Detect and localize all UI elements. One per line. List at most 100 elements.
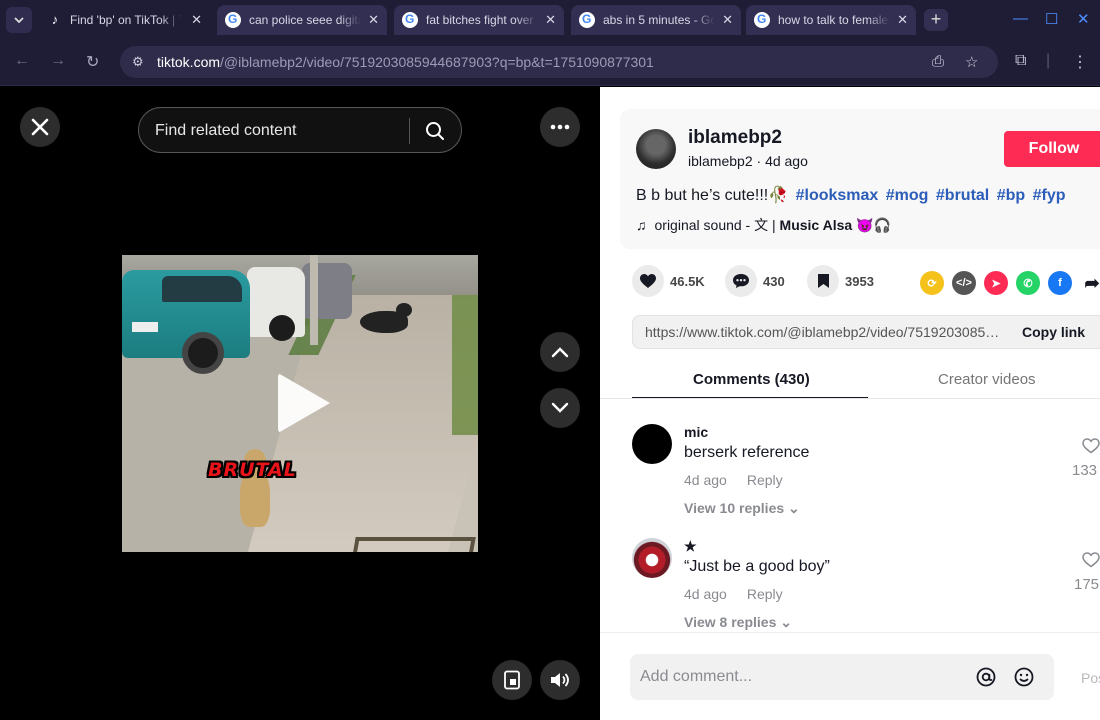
tab-creator-videos[interactable]: Creator videos xyxy=(938,371,1036,388)
tab-title: abs in 5 minutes - Google Search xyxy=(603,13,715,27)
save-count: 3953 xyxy=(845,274,874,289)
browser-tab-strip: ♪ Find 'bp' on TikTok | TikTok Search ✕ … xyxy=(0,0,1100,40)
avatar[interactable] xyxy=(632,538,672,578)
reply-button[interactable]: Reply xyxy=(747,472,783,488)
copy-link-button[interactable]: Copy link xyxy=(1022,324,1085,340)
video-overlay-text: BRUTAL xyxy=(208,459,297,481)
install-app-icon[interactable]: ⎙ xyxy=(932,53,944,70)
close-window-icon[interactable]: ✕ xyxy=(1077,10,1090,28)
browser-tab-4[interactable]: abs in 5 minutes - Google Search ✕ xyxy=(571,5,741,35)
repost-icon[interactable]: ⟳ xyxy=(920,271,944,295)
google-icon xyxy=(579,12,595,28)
comment-composer: Add comment... Post xyxy=(600,632,1100,720)
share-link-box: https://www.tiktok.com/@iblamebp2/video/… xyxy=(632,315,1100,349)
hashtag-link[interactable]: #bp xyxy=(997,187,1025,204)
video-scene-grass xyxy=(452,295,478,435)
comment-icon xyxy=(733,274,749,288)
embed-icon[interactable]: </> xyxy=(952,271,976,295)
sound-link[interactable]: ♫ original sound - 文 | Music Alsa 😈🎧 xyxy=(636,215,891,235)
more-dots-icon xyxy=(550,124,570,130)
bookmark-icon xyxy=(817,274,829,288)
back-icon[interactable]: ← xyxy=(14,52,30,70)
floating-player-icon xyxy=(504,670,520,690)
tab-comments[interactable]: Comments (430) xyxy=(693,371,810,388)
avatar[interactable] xyxy=(636,129,676,169)
share-arrow-icon[interactable]: ➦ xyxy=(1080,271,1100,295)
video-car xyxy=(122,270,250,374)
toolbar-divider: | xyxy=(1046,52,1051,69)
post-caption: B b but he’s cute!!!🥀 #looksmax #mog #br… xyxy=(636,185,1066,205)
minimize-icon[interactable]: — xyxy=(1013,10,1028,27)
search-icon[interactable] xyxy=(425,121,445,141)
post-comment-button[interactable]: Post xyxy=(1081,670,1100,686)
address-bar[interactable]: ⚙ tiktok.com/@iblamebp2/video/7519203085… xyxy=(120,46,998,78)
music-note-icon: ♫ xyxy=(636,217,647,233)
post-info-card: iblamebp2 iblamebp2 · 4d ago Follow B b … xyxy=(620,109,1100,249)
related-search-input[interactable]: Find related content xyxy=(138,107,462,153)
view-replies-button[interactable]: View 8 replies ⌄ xyxy=(684,614,792,631)
video-frame[interactable]: BRUTAL xyxy=(122,255,478,552)
close-icon[interactable]: ✕ xyxy=(722,12,733,28)
post-username[interactable]: iblamebp2 xyxy=(688,127,782,149)
mini-player-button[interactable] xyxy=(492,660,532,700)
close-icon[interactable]: ✕ xyxy=(897,12,908,28)
close-icon[interactable]: ✕ xyxy=(191,12,202,28)
comment-like-count: 133 xyxy=(1072,462,1098,479)
extensions-icon[interactable]: ⧉ xyxy=(1015,52,1026,70)
comment-input[interactable]: Add comment... xyxy=(630,654,1054,700)
comment-like-count: 175 xyxy=(1074,576,1100,593)
browser-tab-tiktok[interactable]: ♪ Find 'bp' on TikTok | TikTok Search ✕ xyxy=(40,5,210,35)
bookmark-star-icon[interactable]: ☆ xyxy=(965,53,978,71)
heart-outline-icon[interactable] xyxy=(1081,438,1100,454)
comment-meta: 4d ago Reply xyxy=(684,472,783,488)
volume-button[interactable] xyxy=(540,660,580,700)
mention-icon[interactable] xyxy=(976,667,996,687)
reload-icon[interactable]: ↻ xyxy=(86,52,99,72)
tiktok-icon: ♪ xyxy=(51,12,59,27)
browser-tab-2[interactable]: can police seee digital ids ✕ xyxy=(217,5,387,35)
emoji-icon[interactable] xyxy=(1014,667,1034,687)
close-icon[interactable]: ✕ xyxy=(545,12,556,28)
share-link-url[interactable]: https://www.tiktok.com/@iblamebp2/video/… xyxy=(645,324,1003,340)
send-to-friends-icon[interactable]: ➤ xyxy=(984,271,1008,295)
chevron-up-icon xyxy=(551,347,569,358)
save-button[interactable] xyxy=(807,265,839,297)
browser-toolbar: ← → ↻ ⚙ tiktok.com/@iblamebp2/video/7519… xyxy=(0,40,1100,86)
more-options-button[interactable] xyxy=(540,107,580,147)
google-icon xyxy=(754,12,770,28)
new-tab-button[interactable]: + xyxy=(924,9,948,31)
follow-button[interactable]: Follow xyxy=(1004,131,1100,167)
comment-button[interactable] xyxy=(725,265,757,297)
forward-icon[interactable]: → xyxy=(50,52,66,70)
comment-username[interactable]: ★ xyxy=(684,538,697,555)
hashtag-link[interactable]: #looksmax xyxy=(796,187,879,204)
previous-video-button[interactable] xyxy=(540,332,580,372)
facebook-icon[interactable]: f xyxy=(1048,271,1072,295)
menu-kebab-icon[interactable]: ⋮ xyxy=(1072,52,1088,72)
browser-tab-5[interactable]: how to talk to females ✕ xyxy=(746,5,916,35)
comment-item: ★ “Just be a good boy” 4d ago Reply 175 V… xyxy=(632,538,1100,631)
next-video-button[interactable] xyxy=(540,388,580,428)
close-video-button[interactable] xyxy=(20,107,60,147)
caption-text: B b but he’s cute!!!🥀 xyxy=(636,187,789,204)
tab-search-button[interactable] xyxy=(6,7,32,33)
url-text[interactable]: tiktok.com/@iblamebp2/video/751920308594… xyxy=(157,54,654,70)
browser-tab-3[interactable]: fat bitches fight over food ✕ xyxy=(394,5,564,35)
reply-button[interactable]: Reply xyxy=(747,586,783,602)
play-icon[interactable] xyxy=(278,373,330,433)
like-button[interactable] xyxy=(632,265,664,297)
hashtag-link[interactable]: #mog xyxy=(886,187,929,204)
whatsapp-icon[interactable]: ✆ xyxy=(1016,271,1040,295)
video-pole xyxy=(310,255,318,345)
avatar[interactable] xyxy=(632,424,672,464)
panel-tabs: Comments (430) Creator videos xyxy=(632,363,1100,399)
heart-outline-icon[interactable] xyxy=(1081,552,1100,568)
maximize-icon[interactable]: ☐ xyxy=(1045,10,1058,28)
hashtag-link[interactable]: #brutal xyxy=(936,187,989,204)
comment-username[interactable]: mic xyxy=(684,424,708,440)
close-icon[interactable]: ✕ xyxy=(368,12,379,28)
view-replies-button[interactable]: View 10 replies ⌄ xyxy=(684,500,800,517)
comment-placeholder: Add comment... xyxy=(640,668,753,685)
site-info-icon[interactable]: ⚙ xyxy=(132,54,144,70)
hashtag-link[interactable]: #fyp xyxy=(1033,187,1066,204)
